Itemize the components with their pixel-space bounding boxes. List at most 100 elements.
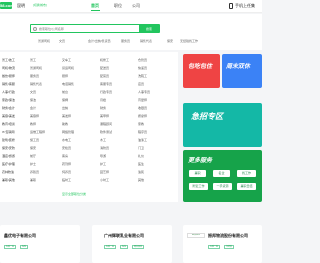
category-link[interactable]: 教师 — [30, 122, 36, 126]
hot-link[interactable]: 服务员 — [121, 39, 130, 43]
category-link[interactable]: 保安 — [30, 146, 36, 150]
category-link[interactable]: 护士 — [30, 162, 36, 166]
site-logo[interactable]: 58.com — [0, 2, 12, 9]
category-link[interactable]: 消防员 — [100, 146, 109, 150]
category-link[interactable]: 养殖员 — [30, 170, 39, 174]
category-link[interactable]: 客服专员 — [100, 82, 112, 86]
category-link[interactable]: 软件测试 — [100, 130, 112, 134]
category-link[interactable]: 叉车工 — [62, 58, 71, 62]
category-link[interactable]: 礼仪 — [138, 154, 144, 158]
category-link[interactable]: 文员 — [30, 90, 36, 94]
category-title[interactable]: 建筑/装修 — [2, 138, 15, 142]
category-link[interactable]: 配送员 — [100, 66, 109, 70]
category-link[interactable]: 出纳 — [62, 106, 68, 110]
category-title[interactable]: 农林牧渔 — [2, 170, 14, 174]
category-link[interactable]: 电话销售 — [62, 82, 74, 86]
category-link[interactable]: 助教 — [62, 122, 68, 126]
hot-link[interactable]: 销售代表 — [140, 39, 152, 43]
category-link[interactable]: 美发师 — [62, 114, 71, 118]
category-link[interactable]: 保洁 — [30, 98, 36, 102]
category-link[interactable]: 运维工程师 — [30, 130, 45, 134]
category-link[interactable]: 兼职 — [30, 178, 36, 182]
category-link[interactable]: 前厅 — [30, 154, 36, 158]
category-link[interactable]: 客房 — [62, 154, 68, 158]
promo-weekend[interactable]: 周末双休 — [222, 54, 262, 88]
service-chip[interactable]: 名企 — [213, 170, 230, 177]
category-link[interactable]: 人事专员 — [138, 90, 150, 94]
nav-companies[interactable]: 公司 — [132, 3, 140, 9]
phone-icon[interactable] — [229, 3, 233, 9]
company-card[interactable]: 广州辉联乳业有限公司 五险一金 包住 周末双休 — [92, 225, 172, 263]
category-link[interactable]: 普工 — [30, 58, 36, 62]
category-link[interactable]: 保姆 — [62, 98, 68, 102]
category-link[interactable]: 服务员 — [30, 74, 39, 78]
category-title[interactable]: 销售/客服 — [2, 82, 15, 86]
category-link[interactable]: 按摩师 — [138, 114, 147, 118]
category-link[interactable]: 小时工 — [100, 178, 109, 182]
category-link[interactable]: 机修工 — [100, 58, 109, 62]
category-title[interactable]: 普工/技工 — [2, 58, 15, 62]
category-link[interactable]: 药剂师 — [62, 162, 71, 166]
category-link[interactable]: 货运司机 — [62, 66, 74, 70]
promo-urgent[interactable]: 急招专区 — [183, 103, 262, 147]
hot-link[interactable]: 普通司机 — [38, 39, 50, 43]
category-link[interactable]: 配菜员 — [100, 74, 109, 78]
category-link[interactable]: 安检员 — [62, 146, 71, 150]
category-title[interactable]: 财务/会计 — [2, 106, 15, 110]
category-link[interactable]: 洗碗工 — [138, 74, 147, 78]
category-link[interactable]: 会计 — [30, 106, 36, 110]
category-title[interactable]: 兼职/其他 — [2, 178, 15, 182]
nav-jobs[interactable]: 职位 — [114, 3, 122, 9]
category-title[interactable]: 美容/美发 — [2, 114, 15, 118]
category-link[interactable]: 育婴师 — [138, 98, 147, 102]
category-title[interactable]: 家政/保洁 — [2, 98, 15, 102]
category-link[interactable]: 油漆工 — [138, 138, 147, 142]
category-title[interactable]: 酒店/旅游 — [2, 154, 15, 158]
category-link[interactable]: 其他 — [138, 178, 144, 182]
category-link[interactable]: 临时工 — [62, 178, 71, 182]
category-link[interactable]: 财务 — [100, 106, 106, 110]
category-link[interactable]: 门卫 — [138, 146, 144, 150]
service-chip[interactable]: 附近工作 — [189, 183, 208, 190]
category-title[interactable]: IT/互联网 — [2, 130, 15, 134]
category-link[interactable]: 水电工 — [62, 138, 71, 142]
category-link[interactable]: 美甲师 — [100, 114, 109, 118]
category-title[interactable]: 医疗/护理 — [2, 162, 15, 166]
category-link[interactable]: 行政专员 — [100, 90, 112, 94]
category-title[interactable]: 教育/培训 — [2, 122, 15, 126]
category-link[interactable]: 网络管理 — [62, 130, 74, 134]
category-link[interactable]: 普通司机 — [30, 66, 42, 70]
service-chip[interactable]: 一手货源 — [213, 183, 232, 190]
category-link[interactable]: 饲养员 — [62, 170, 71, 174]
company-card[interactable]: 鑫优电子有限公司 五险一金 包吃 — [0, 225, 80, 263]
category-link[interactable]: 快递员 — [138, 66, 147, 70]
search-input[interactable] — [39, 26, 129, 32]
search-button[interactable]: 搜索 — [139, 25, 159, 32]
category-link[interactable]: 渔民 — [138, 170, 144, 174]
category-link[interactable]: 收银员 — [138, 106, 147, 110]
category-title[interactable]: 人事/行政 — [2, 90, 15, 94]
category-link[interactable]: 销售代表 — [30, 82, 42, 86]
nav-home[interactable]: 首页 — [91, 3, 99, 9]
category-link[interactable]: 木工 — [100, 138, 106, 142]
hot-link[interactable]: 会计/出纳/售货员 — [88, 39, 111, 43]
hot-link[interactable]: 保安 — [167, 39, 173, 43]
hot-link[interactable]: 无经验找工作 — [180, 39, 198, 43]
all-categories-link[interactable]: 显示全部职位分类 — [62, 192, 86, 196]
category-link[interactable]: 前台 — [62, 90, 68, 94]
category-link[interactable]: 导游 — [100, 154, 106, 158]
service-chip[interactable]: 兼职日结 — [237, 183, 256, 190]
mobile-app-link[interactable]: 手机上任集 — [235, 3, 255, 9]
category-link[interactable]: 仓管员 — [138, 58, 147, 62]
hot-link[interactable]: 文员 — [59, 39, 65, 43]
category-link[interactable]: 月嫂 — [100, 98, 106, 102]
category-link[interactable]: 课程顾问 — [100, 122, 112, 126]
service-chip[interactable]: 找工作 — [237, 170, 256, 177]
category-title[interactable]: 司机/物流 — [2, 66, 15, 70]
company-card[interactable]: 振邦物流 振邦物流股份有限公司 五险一金 年终奖 — [183, 225, 262, 263]
category-title[interactable]: 保安/安防 — [2, 146, 15, 150]
city-switch-link[interactable]: [切换城市] — [33, 3, 47, 7]
category-link[interactable]: 护工 — [100, 162, 106, 166]
category-link[interactable]: 家教 — [138, 122, 144, 126]
category-link[interactable]: 店员 — [138, 82, 144, 86]
